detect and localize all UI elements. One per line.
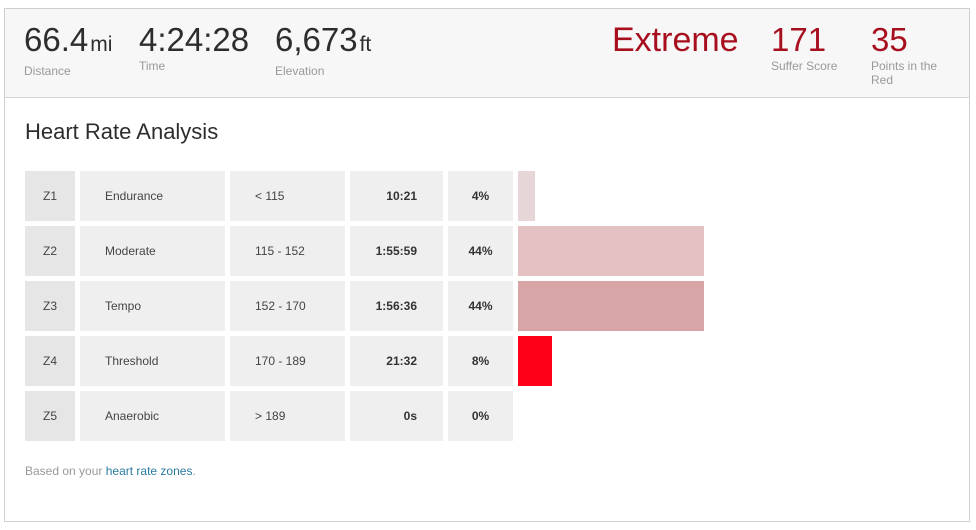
zone-percent: 44%	[448, 281, 513, 331]
distance-label: Distance	[24, 64, 71, 78]
elevation-value: 6,673	[275, 21, 358, 58]
distance-unit: mi	[90, 33, 113, 56]
zone-time: 1:56:36	[350, 281, 443, 331]
zone-time: 10:21	[350, 171, 443, 221]
zone-bar	[518, 336, 552, 386]
zones-note: Based on your heart rate zones.	[25, 464, 196, 478]
zone-id: Z1	[25, 171, 75, 221]
zone-range: < 115	[230, 171, 345, 221]
zone-id: Z5	[25, 391, 75, 441]
zone-percent: 0%	[448, 391, 513, 441]
zone-name: Anaerobic	[80, 391, 225, 441]
intensity-label: Extreme	[612, 21, 739, 59]
heart-rate-zones-link[interactable]: heart rate zones	[106, 464, 193, 478]
zone-percent: 44%	[448, 226, 513, 276]
zone-range: 152 - 170	[230, 281, 345, 331]
time-value: 4:24:28	[139, 21, 250, 58]
zone-range: 115 - 152	[230, 226, 345, 276]
section-title: Heart Rate Analysis	[25, 119, 219, 144]
suffer-score-label: Suffer Score	[771, 59, 838, 73]
elevation-label: Elevation	[275, 64, 325, 78]
zone-time: 21:32	[350, 336, 443, 386]
zone-bar	[518, 171, 535, 221]
points-in-red-value: 35	[871, 21, 908, 58]
zone-name: Tempo	[80, 281, 225, 331]
zone-range: > 189	[230, 391, 345, 441]
activity-panel: 66.4mi Distance 4:24:28 Time 6,673ft Ele…	[4, 8, 970, 522]
zone-name: Moderate	[80, 226, 225, 276]
note-prefix: Based on your	[25, 464, 106, 478]
time-label: Time	[139, 59, 166, 73]
zone-name: Endurance	[80, 171, 225, 221]
distance-value: 66.4	[24, 21, 89, 58]
zone-bar	[518, 226, 704, 276]
zone-time: 0s	[350, 391, 443, 441]
stat-distance: 66.4mi Distance	[24, 21, 112, 78]
zone-id: Z3	[25, 281, 75, 331]
stat-points-in-red: 35 Points in the Red	[871, 21, 951, 87]
zone-id: Z2	[25, 226, 75, 276]
zone-time: 1:55:59	[350, 226, 443, 276]
stat-time: 4:24:28 Time	[139, 21, 249, 73]
elevation-unit: ft	[359, 33, 372, 56]
zone-range: 170 - 189	[230, 336, 345, 386]
zone-percent: 4%	[448, 171, 513, 221]
suffer-score-value: 171	[771, 21, 827, 58]
stat-elevation: 6,673ft Elevation	[275, 21, 371, 78]
zone-percent: 8%	[448, 336, 513, 386]
stat-suffer-score: 171 Suffer Score	[771, 21, 837, 73]
points-in-red-label: Points in the Red	[871, 59, 938, 87]
zone-bar	[518, 281, 704, 331]
stats-header: 66.4mi Distance 4:24:28 Time 6,673ft Ele…	[5, 9, 969, 98]
note-suffix: .	[192, 464, 196, 478]
zone-id: Z4	[25, 336, 75, 386]
zone-name: Threshold	[80, 336, 225, 386]
